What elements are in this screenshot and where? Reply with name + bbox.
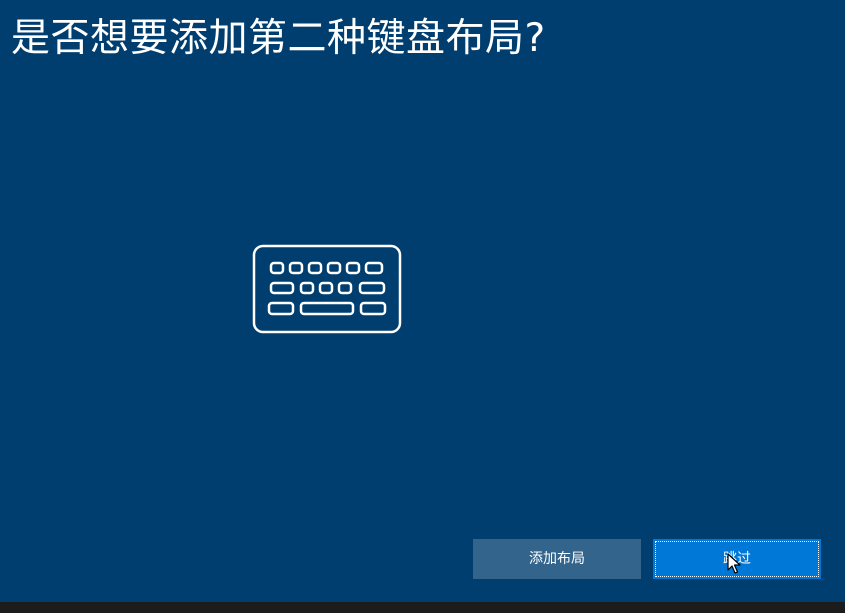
setup-screen: 是否想要添加第二种键盘布局? 添加布局 跳过 [0,0,845,602]
skip-button[interactable]: 跳过 [653,539,821,579]
keyboard-icon [252,244,402,334]
add-layout-button[interactable]: 添加布局 [473,539,641,579]
taskbar-strip [0,602,845,613]
page-title: 是否想要添加第二种键盘布局? [11,16,546,61]
